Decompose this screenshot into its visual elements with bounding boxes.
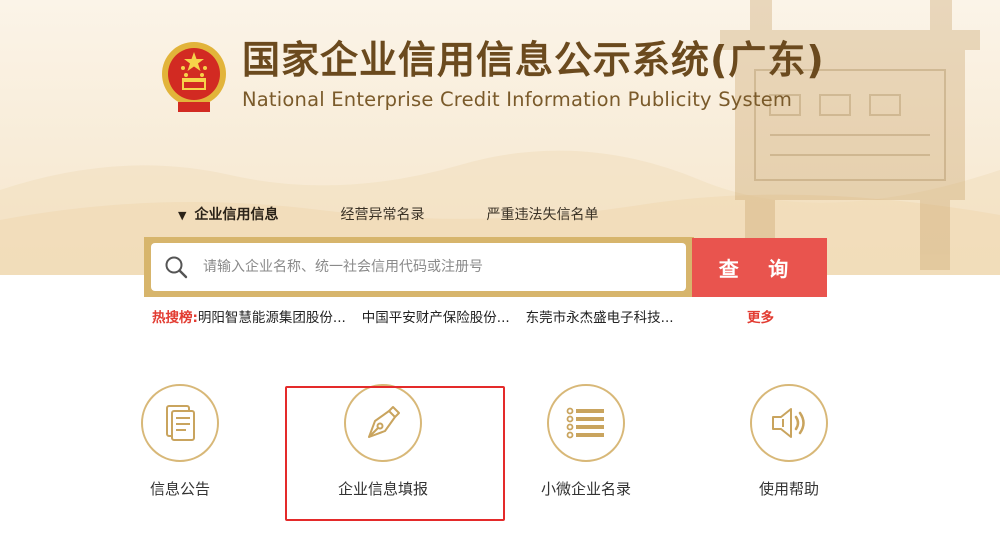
hot-search-more-link[interactable]: 更多 — [747, 306, 774, 326]
tab-serious-violation-list[interactable]: 严重违法失信名单 — [486, 204, 598, 224]
search-bar — [144, 237, 694, 297]
search-input[interactable] — [201, 258, 665, 276]
tab-abnormal-list[interactable]: 经营异常名录 — [340, 204, 424, 224]
tab-enterprise-credit[interactable]: ▼ 企业信用信息 — [178, 204, 278, 224]
hot-search-bar: 热搜榜: 明阳智慧能源集团股份... 中国平安财产保险股份... 东莞市永杰盛电… — [152, 306, 690, 326]
brand-titles: 国家企业信用信息公示系统(广东) National Enterprise Cre… — [242, 38, 825, 111]
selection-highlight-box — [285, 386, 505, 521]
function-help[interactable]: 使用帮助 — [714, 384, 864, 499]
hot-search-item[interactable]: 明阳智慧能源集团股份... — [198, 306, 346, 326]
function-small-micro-enterprise-list[interactable]: 小微企业名录 — [511, 384, 661, 499]
header-banner: 国家企业信用信息公示系统(广东) National Enterprise Cre… — [0, 0, 1000, 275]
national-emblem-icon — [162, 42, 226, 112]
search-tabs: ▼ 企业信用信息 经营异常名录 严重违法失信名单 — [178, 204, 660, 224]
brand: 国家企业信用信息公示系统(广东) National Enterprise Cre… — [160, 38, 825, 114]
function-icon-circle — [547, 384, 625, 462]
function-icon-circle — [750, 384, 828, 462]
function-label: 使用帮助 — [758, 480, 819, 498]
hot-search-item[interactable]: 中国平安财产保险股份... — [362, 306, 510, 326]
search-box — [151, 243, 686, 291]
search-icon — [165, 256, 188, 279]
speaker-icon — [772, 408, 805, 438]
function-label: 信息公告 — [149, 480, 210, 498]
list-icon — [566, 407, 604, 439]
caret-down-icon: ▼ — [178, 209, 187, 222]
function-info-announcement[interactable]: 信息公告 — [105, 384, 255, 499]
search-button[interactable]: 查 询 — [692, 238, 827, 297]
tab-label: 企业信用信息 — [194, 207, 279, 223]
document-icon — [166, 405, 195, 441]
function-icon-circle — [141, 384, 219, 462]
site-title: 国家企业信用信息公示系统(广东) — [242, 38, 825, 82]
hot-search-label: 热搜榜: — [152, 310, 198, 326]
function-label: 小微企业名录 — [540, 480, 631, 498]
site-subtitle: National Enterprise Credit Information P… — [242, 88, 793, 111]
hot-search-item[interactable]: 东莞市永杰盛电子科技... — [526, 306, 674, 326]
